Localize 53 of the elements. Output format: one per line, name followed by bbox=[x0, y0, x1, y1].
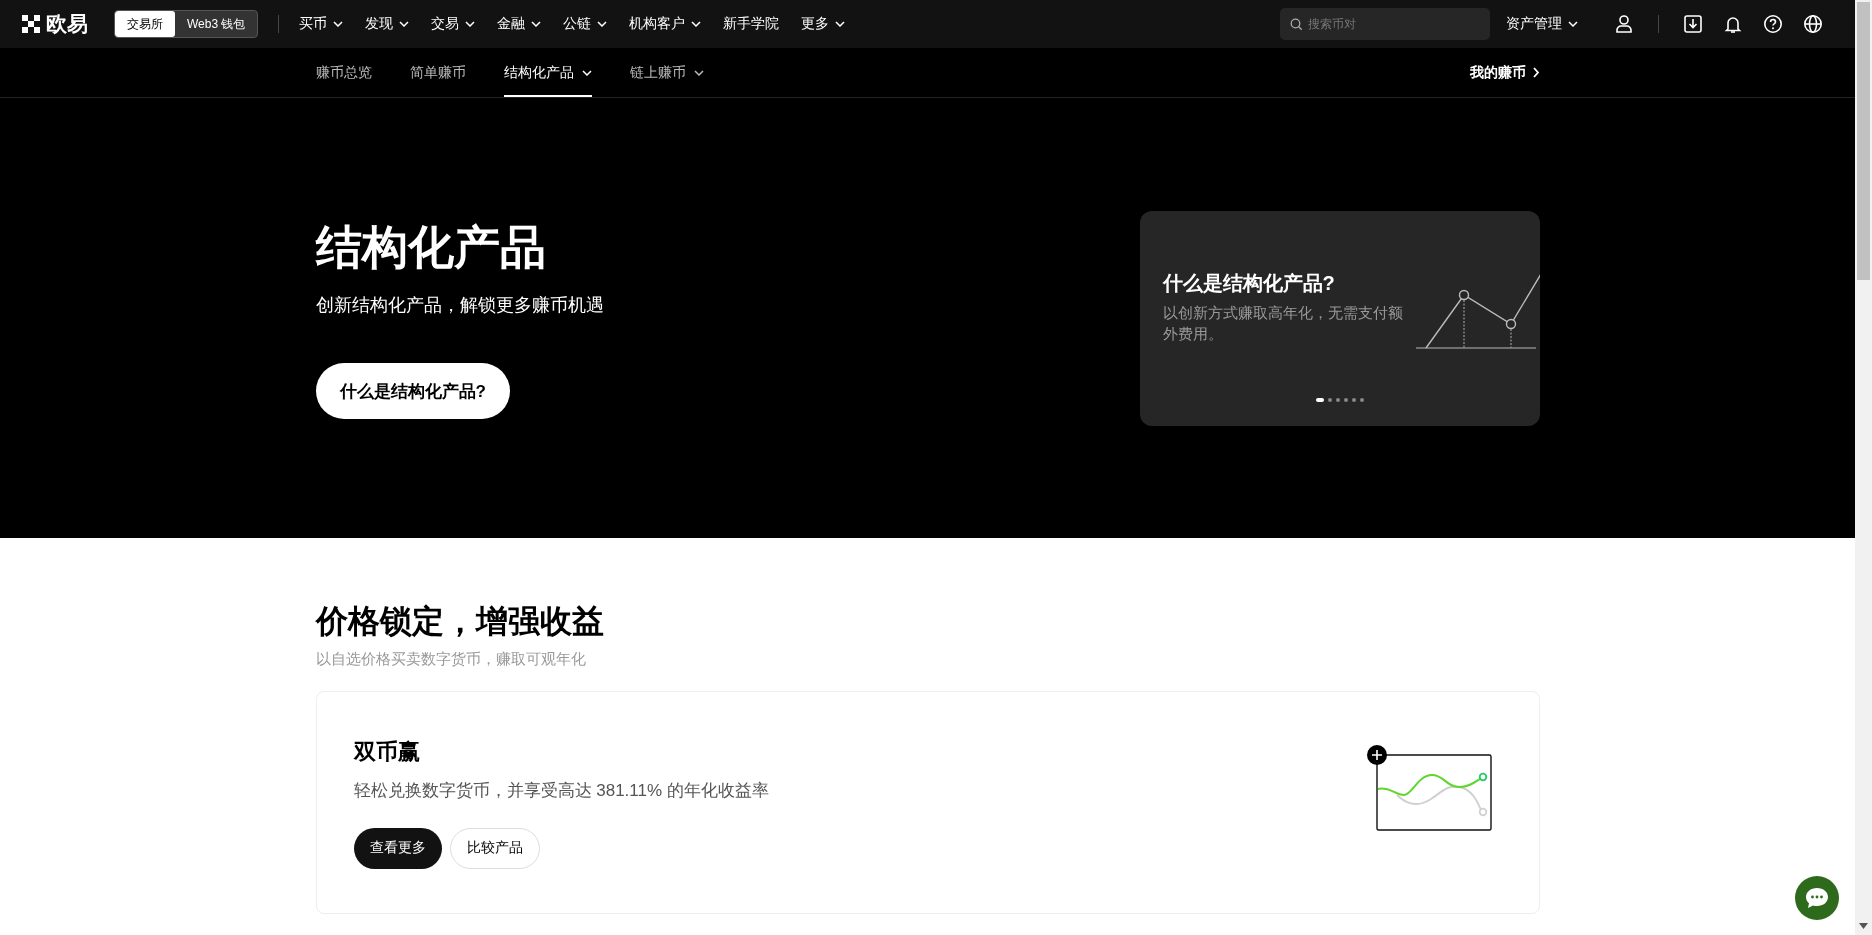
scrollbar[interactable] bbox=[1855, 0, 1872, 935]
product-name: 双币赢 bbox=[353, 737, 421, 766]
logo-text: 欧易 bbox=[46, 11, 88, 37]
caret-icon bbox=[1568, 21, 1578, 27]
section-subtitle: 以自选价格买卖数字货币，赚取可观年化 bbox=[315, 650, 587, 669]
asset-menu[interactable]: 资产管理 bbox=[1506, 15, 1578, 33]
mode-tab[interactable]: Web3 钱包 bbox=[175, 11, 258, 37]
search-icon bbox=[1290, 18, 1302, 30]
menu-item[interactable]: 机构客户 bbox=[629, 15, 702, 33]
what-is-button[interactable]: 什么是结构化产品? bbox=[315, 363, 510, 419]
chevron-right-icon bbox=[1532, 67, 1540, 78]
logo[interactable]: 欧易 bbox=[22, 10, 88, 38]
hero-subtitle: 创新结构化产品，解锁更多赚币机遇 bbox=[315, 294, 604, 317]
globe-icon bbox=[1803, 14, 1823, 34]
chat-button[interactable] bbox=[1795, 876, 1839, 920]
download-button[interactable] bbox=[1683, 14, 1703, 34]
checker-logo-icon bbox=[22, 15, 40, 33]
carousel-dot[interactable] bbox=[1359, 397, 1364, 402]
section-title: 价格锁定，增强收益 bbox=[315, 602, 605, 641]
user-button[interactable] bbox=[1614, 14, 1634, 34]
help-button[interactable] bbox=[1763, 14, 1783, 34]
view-more-button[interactable]: 查看更多 bbox=[353, 827, 442, 869]
carousel-dot[interactable] bbox=[1343, 397, 1348, 402]
globe-button[interactable] bbox=[1803, 14, 1823, 34]
bell-icon bbox=[1723, 14, 1743, 34]
menu-item[interactable]: 新手学院 bbox=[723, 15, 780, 33]
menu-item[interactable]: 更多 bbox=[801, 15, 846, 33]
tab[interactable]: 简单赚币 bbox=[409, 48, 466, 97]
mode-tab[interactable]: 交易所 bbox=[115, 11, 175, 37]
scrollbar-thumb[interactable] bbox=[1857, 2, 1870, 280]
bell-button[interactable] bbox=[1723, 14, 1743, 34]
carousel-dot[interactable] bbox=[1327, 397, 1332, 402]
menu-item[interactable]: 金融 bbox=[497, 15, 542, 33]
compare-button[interactable]: 比较产品 bbox=[449, 827, 540, 869]
product-description: 轻松兑换数字货币，并享受高达 381.11% 的年化收益率 bbox=[353, 779, 769, 802]
menu-item[interactable]: 发现 bbox=[365, 15, 410, 33]
hero-title: 结构化产品 bbox=[315, 220, 546, 275]
carousel-dot[interactable] bbox=[1335, 397, 1340, 402]
my-earn-link[interactable]: 我的赚币 bbox=[1469, 48, 1540, 97]
menu-item[interactable]: 买币 bbox=[299, 15, 344, 33]
download-icon bbox=[1683, 14, 1703, 34]
tab[interactable]: 链上赚币 bbox=[629, 48, 704, 97]
card-description: 以创新方式赚取高年化，无需支付额外费用。 bbox=[1162, 303, 1403, 344]
carousel-dot[interactable] bbox=[1351, 397, 1356, 402]
menu-item[interactable]: 交易 bbox=[431, 15, 476, 33]
tab[interactable]: 赚币总览 bbox=[315, 48, 372, 97]
help-icon bbox=[1763, 14, 1783, 34]
menu-item[interactable]: 公链 bbox=[563, 15, 608, 33]
search-field[interactable]: 搜索币对 bbox=[1280, 8, 1490, 40]
chat-bubble-icon bbox=[1805, 887, 1829, 909]
user-icon bbox=[1614, 14, 1634, 34]
card-title: 什么是结构化产品? bbox=[1162, 271, 1336, 297]
scroll-down-icon[interactable] bbox=[1859, 923, 1868, 929]
